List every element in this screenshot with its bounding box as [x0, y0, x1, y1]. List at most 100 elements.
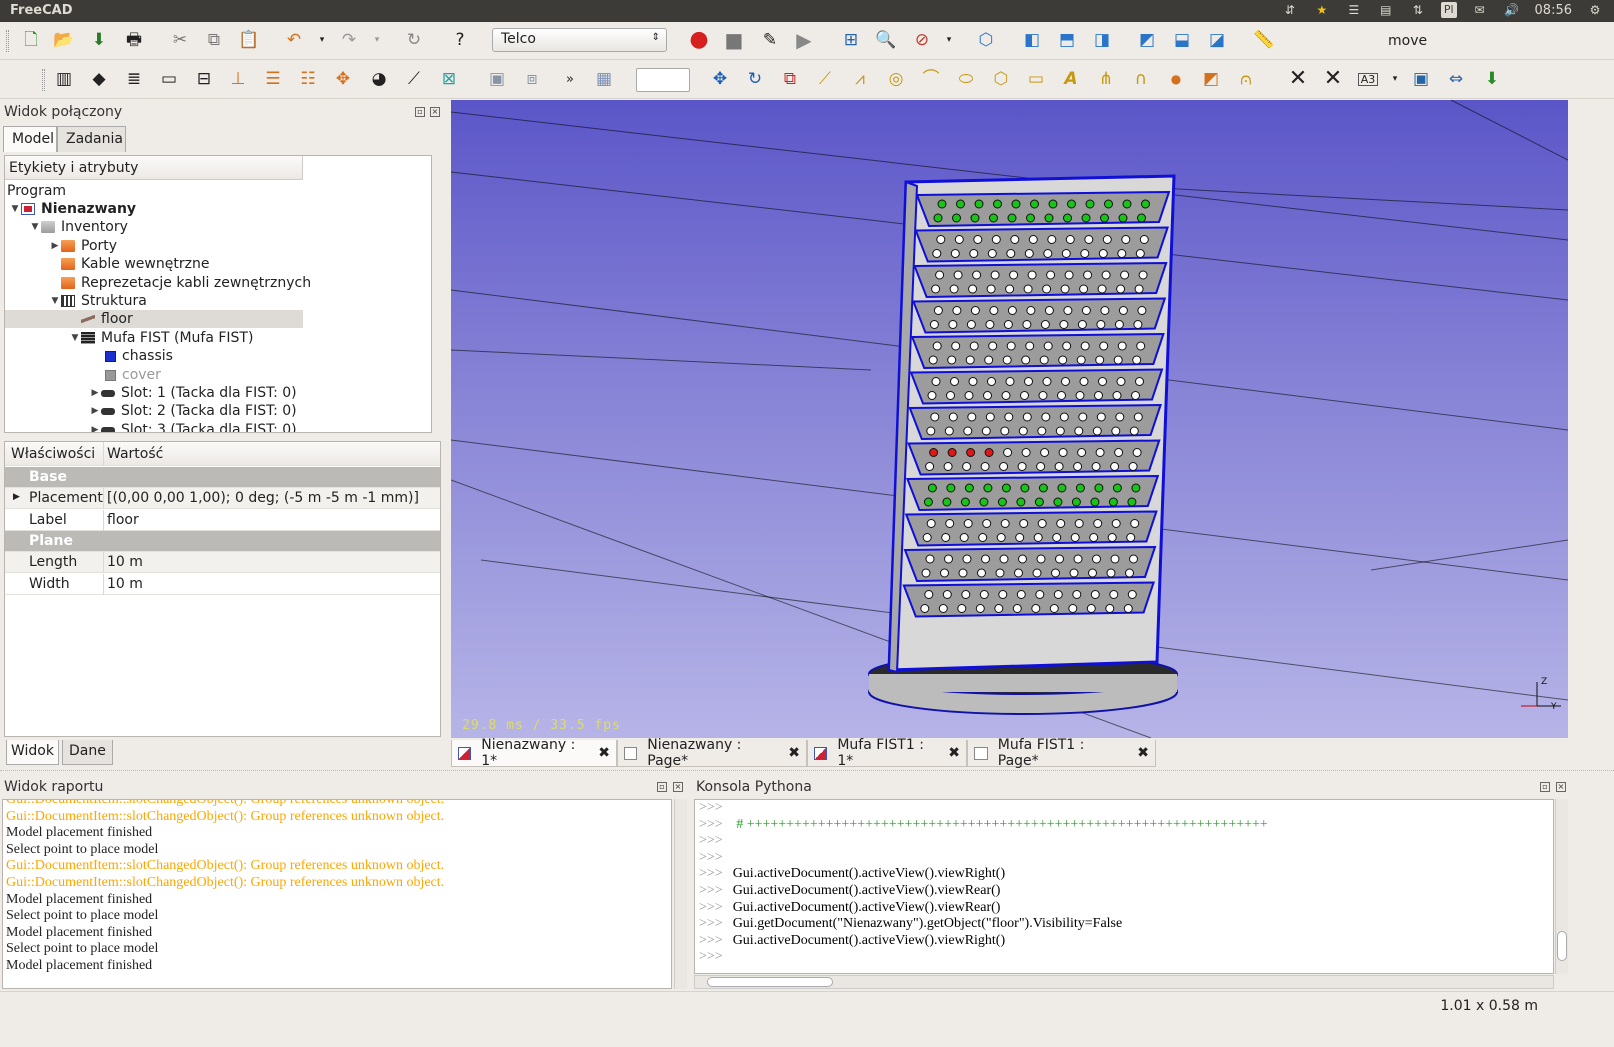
tree-item-internal-cables[interactable]: Kable wewnętrzne	[61, 255, 209, 273]
tree-item-external-cables[interactable]: Reprezetacje kabli zewnętrznych	[61, 274, 311, 292]
draw-style-icon[interactable]: ⊘	[909, 27, 935, 53]
right-view-icon[interactable]: ◨	[1089, 27, 1115, 53]
workbench-selector[interactable]: Telco ⇕	[492, 28, 667, 52]
prop-group-plane[interactable]: Plane	[5, 531, 440, 552]
prop-row-label[interactable]: Label floor	[5, 510, 440, 531]
star-icon[interactable]: ★	[1313, 2, 1331, 18]
expanded-arrow-icon[interactable]: ▼	[29, 222, 41, 232]
record-macro-icon[interactable]: ●	[686, 27, 712, 53]
prop-group-base[interactable]: Base	[5, 467, 440, 488]
python-console[interactable]: >>> >>> # +++++++++++++++++++++++++++++++…	[694, 799, 1554, 974]
tree-item-slot-3[interactable]: ▶ Slot: 3 (Tacka dla FIST: 0)	[89, 421, 297, 432]
fist-closure-model[interactable]	[868, 174, 1178, 715]
port-icon[interactable]: ⊥	[225, 66, 251, 92]
view-drawing-icon[interactable]: ▣	[1408, 66, 1434, 92]
measure-icon[interactable]: 📏	[1251, 27, 1277, 53]
doc-tab-2[interactable]: Nienazwany : Page* ✖	[617, 737, 807, 769]
page-size-dropdown-icon[interactable]: ▾	[1382, 66, 1408, 92]
top-view-icon[interactable]: ⬒	[1054, 27, 1080, 53]
draft-move-icon[interactable]: ✥	[707, 66, 733, 92]
toolbar-grip[interactable]	[6, 30, 9, 52]
floor-icon[interactable]: ◆	[86, 66, 112, 92]
scrollbar-thumb[interactable]	[707, 977, 833, 987]
tree-item-slot-2[interactable]: ▶ Slot: 2 (Tacka dla FIST: 0)	[89, 402, 297, 420]
bezier-icon[interactable]: ⩀	[1233, 66, 1259, 92]
offset-icon[interactable]: ⧉	[777, 66, 803, 92]
undo-icon[interactable]: ↶	[281, 27, 307, 53]
tree-item-structure[interactable]: ▼ Struktura	[49, 292, 147, 310]
clipboard-grid-icon[interactable]: ▦	[591, 66, 617, 92]
polygon-icon[interactable]: ⬡	[988, 66, 1014, 92]
prop-row-placement[interactable]: ▶ Placement [(0,00 0,00 1,00); 0 deg; (-5 …	[5, 488, 440, 509]
arc-icon[interactable]: ⌒	[918, 66, 944, 92]
fit-selection-icon[interactable]: 🔍	[873, 27, 899, 53]
float-panel-icon[interactable]: ▫	[415, 107, 425, 117]
ellipse-icon[interactable]: ⬭	[953, 66, 979, 92]
refresh-icon[interactable]: ↻	[401, 27, 427, 53]
tree-scrollbar[interactable]	[431, 156, 432, 432]
bottom-view-icon[interactable]: ⬓	[1169, 27, 1195, 53]
clipboard-icon[interactable]: ▤	[1377, 2, 1395, 18]
copy-icon[interactable]: ⧉	[201, 27, 227, 53]
console-scrollbar[interactable]	[1555, 799, 1568, 974]
close-panel-icon[interactable]: ×	[1556, 782, 1566, 792]
close-icon[interactable]: ✕	[1285, 66, 1311, 92]
undo-dropdown-icon[interactable]: ▾	[309, 27, 335, 53]
redo-dropdown-icon[interactable]: ▾	[364, 27, 390, 53]
menu-icon[interactable]: ☰	[1345, 2, 1363, 18]
slot-icon[interactable]: ▭	[156, 66, 182, 92]
circle-icon[interactable]: ◎	[883, 66, 909, 92]
cut-icon[interactable]: ✂	[167, 27, 193, 53]
stop-macro-icon[interactable]: ■	[721, 27, 747, 53]
edit-macro-icon[interactable]: ✎	[757, 27, 783, 53]
collapsed-arrow-icon[interactable]: ▶	[13, 492, 20, 502]
card-icon[interactable]: ⊟	[191, 66, 217, 92]
rack-icon[interactable]: ≣	[121, 66, 147, 92]
close-tab-icon[interactable]: ✖	[598, 745, 610, 761]
collapsed-arrow-icon[interactable]: ▶	[89, 388, 101, 398]
layers-icon[interactable]: ▣	[484, 66, 510, 92]
save-icon[interactable]: ⬇	[86, 27, 112, 53]
mail-icon[interactable]: ✉	[1471, 2, 1489, 18]
colorize-icon[interactable]: ◕	[366, 66, 392, 92]
point-icon[interactable]: ●	[1163, 66, 1189, 92]
open-icon[interactable]: 📂	[51, 27, 77, 53]
export-icon[interactable]: ⧈	[519, 66, 545, 92]
collapsed-arrow-icon[interactable]: ▶	[89, 406, 101, 416]
prop-row-width[interactable]: Width 10 m	[5, 574, 440, 595]
wire-icon[interactable]: ⩘	[847, 66, 873, 92]
close-tab-icon[interactable]: ✖	[1137, 745, 1149, 761]
clock[interactable]: 08:56	[1535, 3, 1572, 18]
power-icon[interactable]: ⚙	[1586, 2, 1604, 18]
float-panel-icon[interactable]: ▫	[657, 782, 667, 792]
tab-model[interactable]: Model	[3, 126, 57, 152]
tree-item-cover[interactable]: cover	[105, 366, 161, 384]
console-hscrollbar[interactable]	[694, 975, 1554, 989]
edit-object-icon[interactable]: ⟋	[401, 66, 427, 92]
report-log[interactable]: Gui::DocumentItem::slotChangedObject(): …	[2, 799, 672, 989]
tree-item-document[interactable]: ▼ Nienazwany	[9, 200, 137, 218]
fit-all-icon[interactable]: ⊞	[838, 27, 864, 53]
run-macro-icon[interactable]: ▶	[791, 27, 817, 53]
close-tab-icon[interactable]: ✖	[788, 745, 800, 761]
dimension-icon[interactable]: ⋔	[1093, 66, 1119, 92]
tree-item-fist-closure[interactable]: ▼ Mufa FIST (Mufa FIST)	[69, 329, 254, 347]
keyboard-layout[interactable]: Pl	[1440, 2, 1457, 18]
expanded-arrow-icon[interactable]: ▼	[9, 204, 21, 214]
page-size-icon[interactable]: A3	[1355, 66, 1381, 92]
rotate-icon[interactable]: ↻	[742, 66, 768, 92]
rectangle-icon[interactable]: ▭	[1023, 66, 1049, 92]
collapsed-arrow-icon[interactable]: ▶	[49, 241, 61, 251]
close-tab-icon[interactable]: ✖	[948, 745, 960, 761]
print-icon[interactable]: 🖶	[121, 27, 147, 53]
doc-tab-3[interactable]: Mufa FIST1 : 1* ✖	[807, 737, 967, 769]
tree-item-program[interactable]: Program	[7, 182, 66, 200]
grid-size-input[interactable]	[636, 68, 690, 92]
expanded-arrow-icon[interactable]: ▼	[69, 333, 81, 343]
left-view-icon[interactable]: ◪	[1204, 27, 1230, 53]
toolbar-grip[interactable]	[42, 69, 45, 91]
tab-view[interactable]: Widok	[6, 740, 59, 765]
transfer-icon[interactable]: ⇅	[1409, 2, 1427, 18]
bspline-icon[interactable]: ∩	[1128, 66, 1154, 92]
doc-tab-1[interactable]: Nienazwany : 1* ✖	[451, 737, 617, 769]
